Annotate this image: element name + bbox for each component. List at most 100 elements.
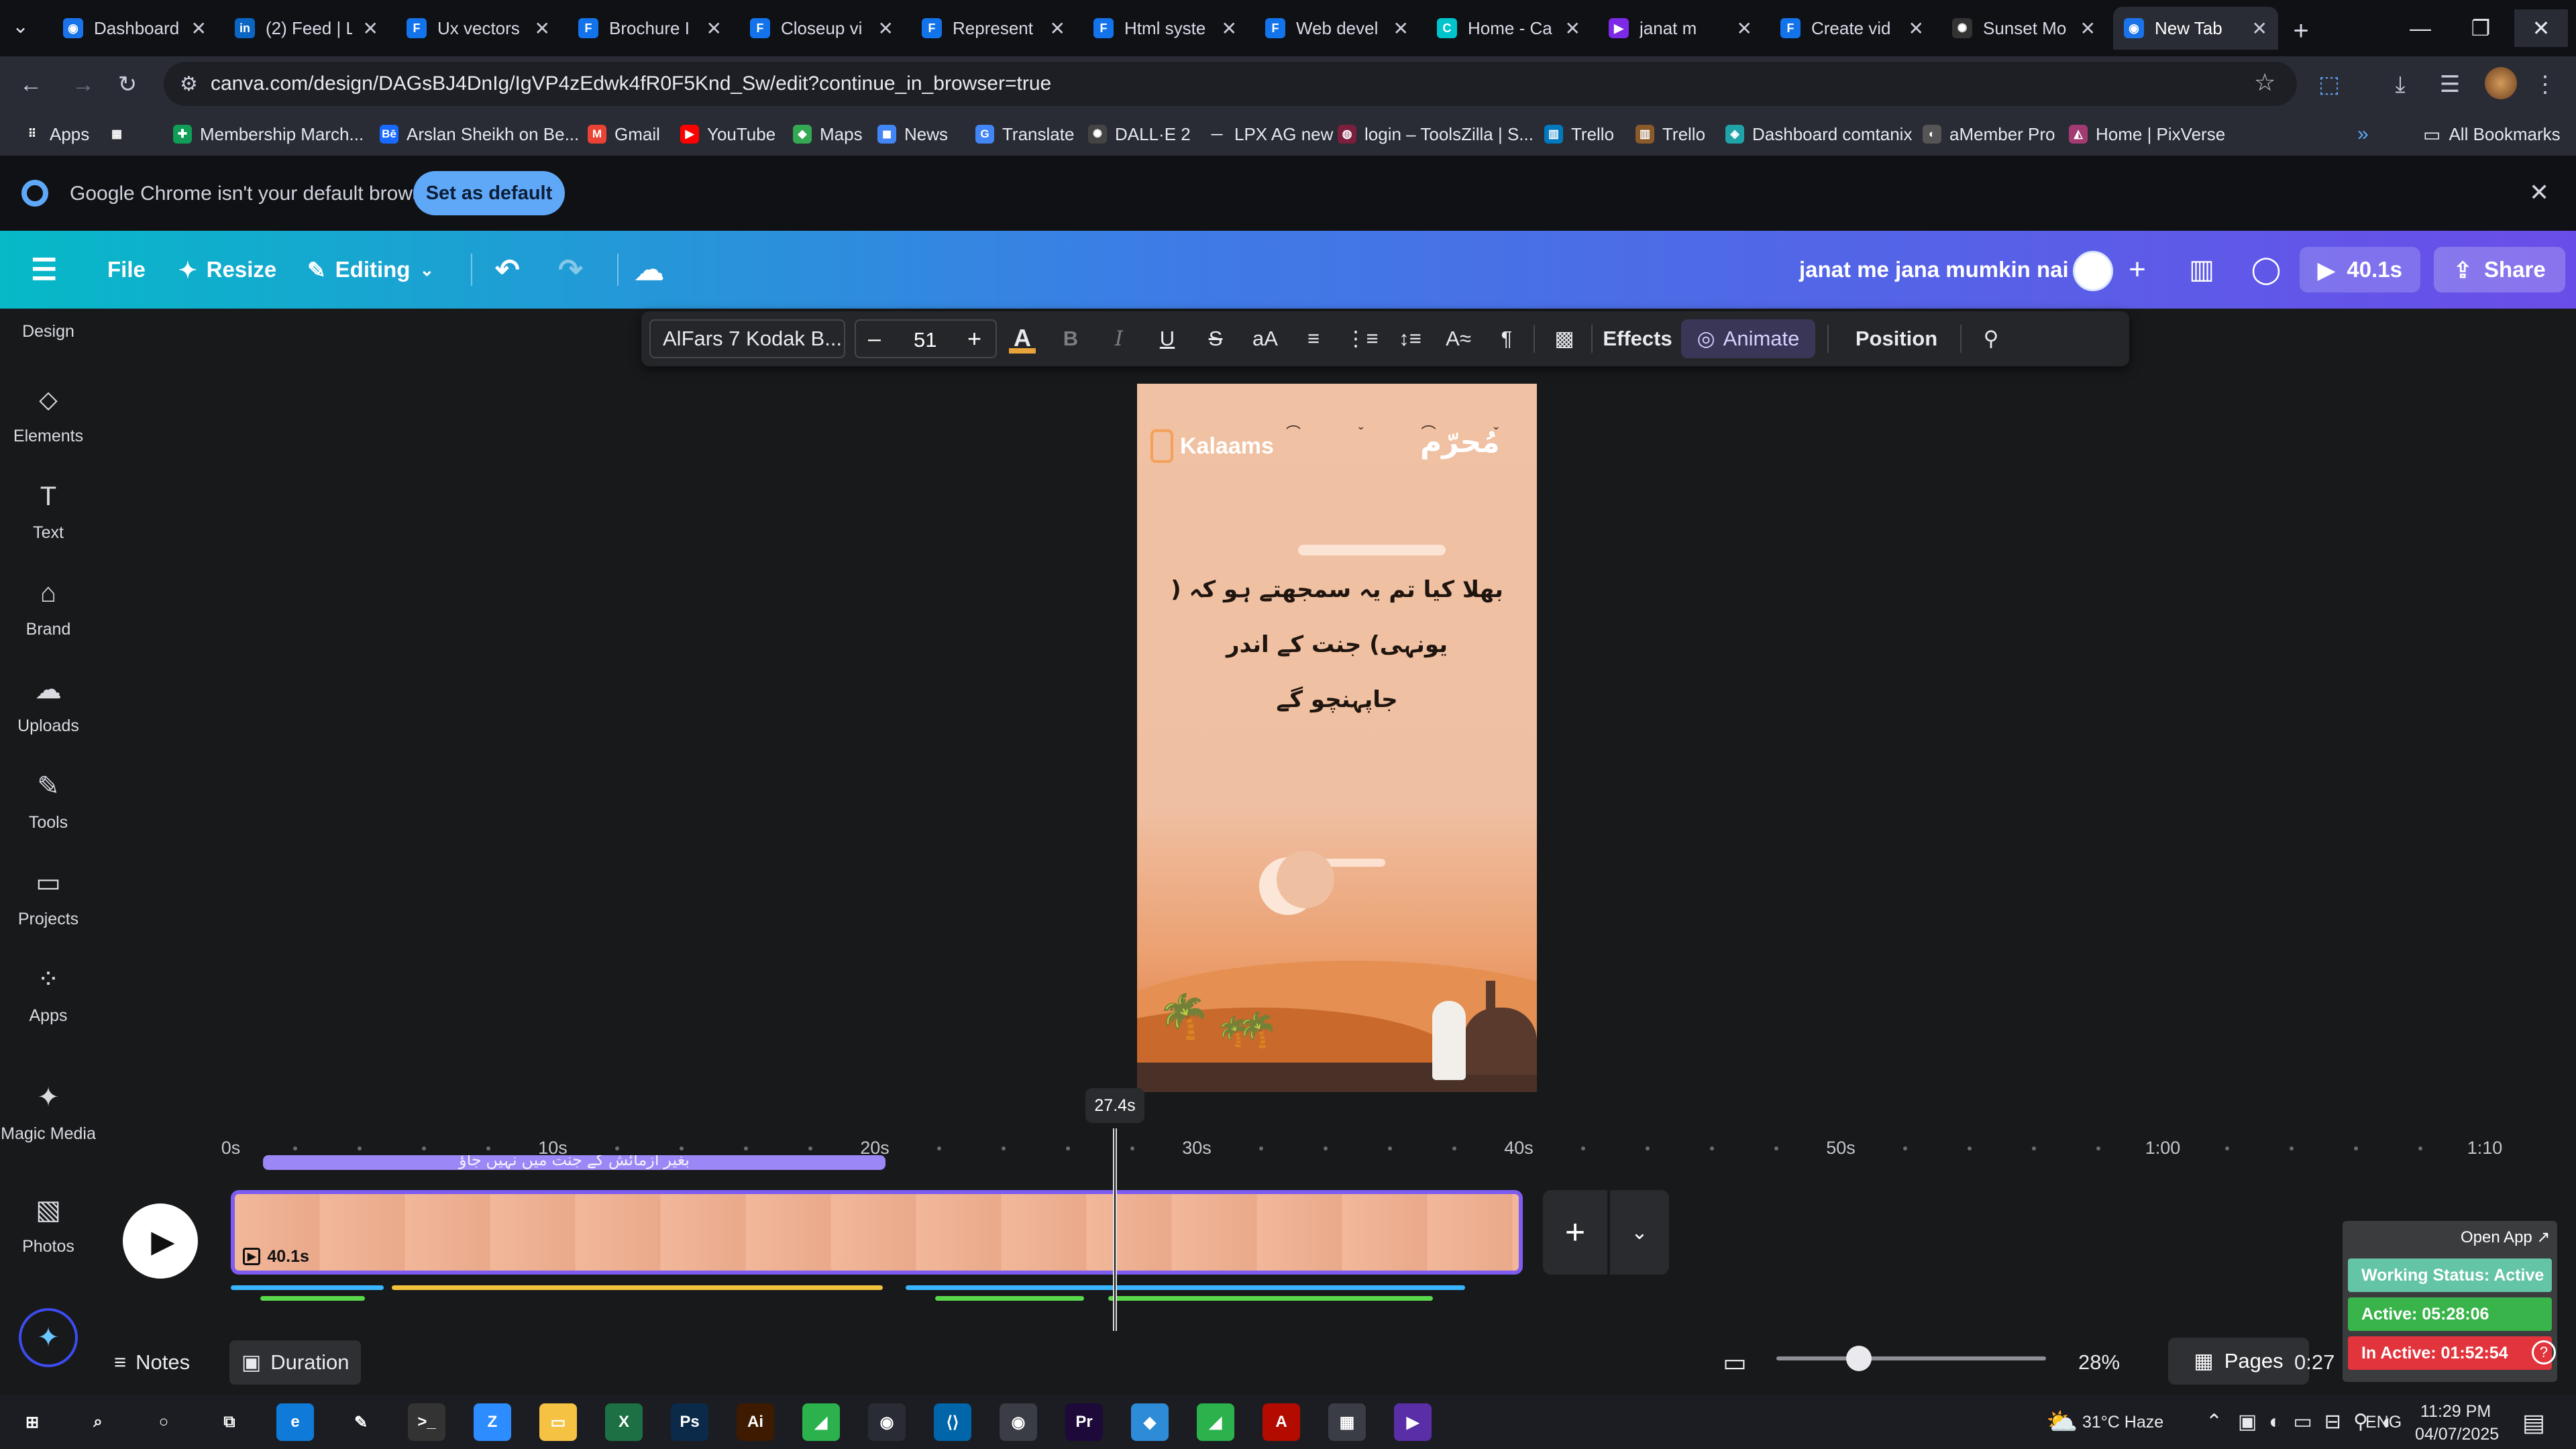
zoom-slider-track[interactable] bbox=[1776, 1356, 2046, 1360]
browser-tab[interactable]: F Brochure I ✕ bbox=[568, 7, 733, 50]
bookmark-item[interactable]: G Translate bbox=[975, 122, 1074, 146]
tab-close-icon[interactable]: ✕ bbox=[1565, 17, 1580, 40]
bookmark-item[interactable]: ▦ bbox=[107, 122, 134, 146]
bookmark-item[interactable]: ◼ News bbox=[877, 122, 948, 146]
bookmark-item[interactable]: ✺ DALL·E 2 bbox=[1088, 122, 1191, 146]
profile-avatar[interactable] bbox=[2485, 67, 2517, 99]
language-indicator[interactable]: ENG bbox=[2365, 1413, 2402, 1432]
editing-mode-dropdown[interactable]: ✎ Editing ⌄ bbox=[307, 250, 434, 290]
tab-close-icon[interactable]: ✕ bbox=[535, 17, 550, 40]
tab-close-icon[interactable]: ✕ bbox=[1222, 17, 1237, 40]
sidebar-item-elements[interactable]: ⬦ Elements bbox=[0, 382, 97, 446]
list-icon[interactable]: ⋮≡ bbox=[1343, 319, 1381, 358]
notifications-icon[interactable]: ▤ bbox=[2522, 1409, 2545, 1437]
task-view-icon[interactable]: ⧉ bbox=[211, 1403, 248, 1441]
pen-app-icon[interactable]: ✎ bbox=[342, 1403, 380, 1441]
tab-close-icon[interactable]: ✕ bbox=[706, 17, 722, 40]
browser-tab[interactable]: F Ux vectors ✕ bbox=[396, 7, 561, 50]
browser-tab[interactable]: F Html syste ✕ bbox=[1083, 7, 1248, 50]
add-page-button[interactable]: + bbox=[1543, 1190, 1607, 1275]
tab-close-icon[interactable]: ✕ bbox=[878, 17, 894, 40]
sidebar-item-uploads[interactable]: ☁ Uploads bbox=[0, 672, 97, 736]
browser-tab[interactable]: F Create vid ✕ bbox=[1770, 7, 1935, 50]
underline-icon[interactable]: U bbox=[1148, 319, 1186, 358]
browser-tab[interactable]: F Web devel ✕ bbox=[1254, 7, 1419, 50]
play-preview-button[interactable]: ▶ 40.1s bbox=[2300, 247, 2420, 292]
insights-icon[interactable]: ▥ bbox=[2176, 250, 2227, 290]
all-bookmarks[interactable]: ▭ All Bookmarks bbox=[2423, 122, 2561, 146]
bookmark-item[interactable]: ◆ Maps bbox=[793, 122, 863, 146]
tab-search-icon[interactable]: ⌄ bbox=[12, 15, 29, 38]
url-text[interactable]: canva.com/design/DAGsBJ4DnIg/IgVP4zEdwk4… bbox=[211, 72, 1051, 95]
resize-button[interactable]: ✦ Resize bbox=[178, 250, 276, 290]
copy-style-icon[interactable]: ⚲ bbox=[1971, 319, 2011, 358]
sidebar-item-text[interactable]: T Text bbox=[0, 479, 97, 543]
calculator-icon[interactable]: ▦ bbox=[1328, 1403, 1366, 1441]
tab-close-icon[interactable]: ✕ bbox=[2252, 17, 2267, 40]
notes-button[interactable]: ≡ Notes bbox=[114, 1340, 190, 1385]
chrome-active-icon[interactable]: ◉ bbox=[1000, 1403, 1037, 1441]
minimize-button[interactable]: — bbox=[2394, 9, 2447, 47]
transparency-icon[interactable]: ▩ bbox=[1546, 319, 1583, 358]
zoom-level[interactable]: 28% bbox=[2078, 1340, 2120, 1385]
team-avatar[interactable] bbox=[2073, 251, 2113, 291]
tab-close-icon[interactable]: ✕ bbox=[191, 17, 207, 40]
edge-icon[interactable]: e bbox=[276, 1403, 314, 1441]
bookmark-item[interactable]: ◍ login – ToolsZilla | S... bbox=[1338, 122, 1534, 146]
illustrator-icon[interactable]: Ai bbox=[737, 1403, 774, 1441]
chrome-menu-icon[interactable]: ⋮ bbox=[2526, 66, 2564, 103]
bookmark-item[interactable]: M Gmail bbox=[588, 122, 660, 146]
position-button[interactable]: Position bbox=[1839, 319, 1953, 358]
downloads-icon[interactable]: ⤓ bbox=[2381, 66, 2419, 103]
sidebar-item-design[interactable]: Design bbox=[0, 309, 97, 341]
sidebar-item-tools[interactable]: ✎ Tools bbox=[0, 769, 97, 833]
site-info-icon[interactable]: ⚙ bbox=[180, 72, 198, 96]
media-player-icon[interactable]: ▶ bbox=[1394, 1403, 1432, 1441]
weather-text[interactable]: 31°C Haze bbox=[2082, 1413, 2163, 1432]
zoom-icon[interactable]: Z bbox=[474, 1403, 511, 1441]
sidebar-item-projects[interactable]: ▭ Projects bbox=[0, 865, 97, 929]
text-direction-icon[interactable]: A≈ bbox=[1440, 319, 1477, 358]
bookmark-item[interactable]: ◐ aMember Pro bbox=[1923, 122, 2055, 146]
weather-icon[interactable]: ⛅ bbox=[2046, 1407, 2078, 1437]
letter-case-icon[interactable]: aA bbox=[1245, 319, 1285, 358]
restore-button[interactable]: ❐ bbox=[2454, 9, 2508, 47]
sidebar-item-photos[interactable]: ▧ Photos bbox=[0, 1193, 97, 1256]
forward-button[interactable]: → bbox=[64, 66, 102, 103]
undo-icon[interactable]: ↶ bbox=[495, 250, 520, 290]
redo-icon[interactable]: ↷ bbox=[558, 250, 583, 290]
reading-list-icon[interactable]: ☰ bbox=[2431, 66, 2469, 103]
bookmarks-overflow-icon[interactable]: » bbox=[2357, 122, 2369, 146]
effects-button[interactable]: Effects bbox=[1601, 319, 1674, 358]
design-title[interactable]: janat me jana mumkin nai bbox=[1799, 250, 2069, 290]
extensions-icon[interactable]: ⬚ bbox=[2310, 66, 2348, 103]
excel-icon[interactable]: X bbox=[605, 1403, 643, 1441]
italic-icon[interactable]: I bbox=[1100, 319, 1138, 358]
increase-font-size-button[interactable]: + bbox=[967, 325, 981, 353]
pages-button[interactable]: ▦ Pages bbox=[2168, 1338, 2309, 1385]
bookmark-item[interactable]: ▶ YouTube bbox=[680, 122, 775, 146]
photoshop-icon[interactable]: Ps bbox=[671, 1403, 708, 1441]
page-view-icon[interactable]: ▭ bbox=[1723, 1340, 1747, 1385]
browser-tab[interactable]: ▶ janat m ✕ bbox=[1598, 7, 1763, 50]
search-icon[interactable]: ⌕ bbox=[79, 1403, 117, 1441]
windows-start-icon[interactable]: ⊞ bbox=[13, 1403, 51, 1441]
decrease-font-size-button[interactable]: – bbox=[868, 326, 881, 352]
address-bar[interactable]: ⚙ canva.com/design/DAGsBJ4DnIg/IgVP4zEdw… bbox=[164, 62, 2297, 106]
bold-icon[interactable]: B bbox=[1052, 319, 1089, 358]
cloud-save-icon[interactable]: ☁ bbox=[635, 250, 664, 290]
design-page[interactable]: Kalaams مُحرّم ⌒ ˇ ⌒ ˇ بھلا کیا تم یہ سم… bbox=[1137, 384, 1537, 1092]
share-button[interactable]: ⇪ Share bbox=[2434, 247, 2565, 292]
set-as-default-button[interactable]: Set as default bbox=[413, 171, 565, 215]
tab-close-icon[interactable]: ✕ bbox=[1909, 17, 1924, 40]
animate-button[interactable]: ◎ Animate bbox=[1681, 319, 1815, 358]
font-family-selector[interactable]: AlFars 7 Kodak B... bbox=[649, 319, 845, 358]
browser-tab[interactable]: C Home - Ca ✕ bbox=[1426, 7, 1591, 50]
zoom-slider-thumb[interactable] bbox=[1846, 1346, 1872, 1371]
help-icon[interactable]: ? bbox=[2532, 1340, 2556, 1364]
expand-timeline-button[interactable]: ⌄ bbox=[1610, 1190, 1669, 1275]
bookmark-item[interactable]: ◈ Dashboard comtanix bbox=[1725, 122, 1912, 146]
font-size-input[interactable]: 51 bbox=[914, 328, 936, 352]
tab-close-icon[interactable]: ✕ bbox=[1050, 17, 1065, 40]
bookmark-item[interactable]: Bē Arslan Sheikh on Be... bbox=[380, 122, 579, 146]
